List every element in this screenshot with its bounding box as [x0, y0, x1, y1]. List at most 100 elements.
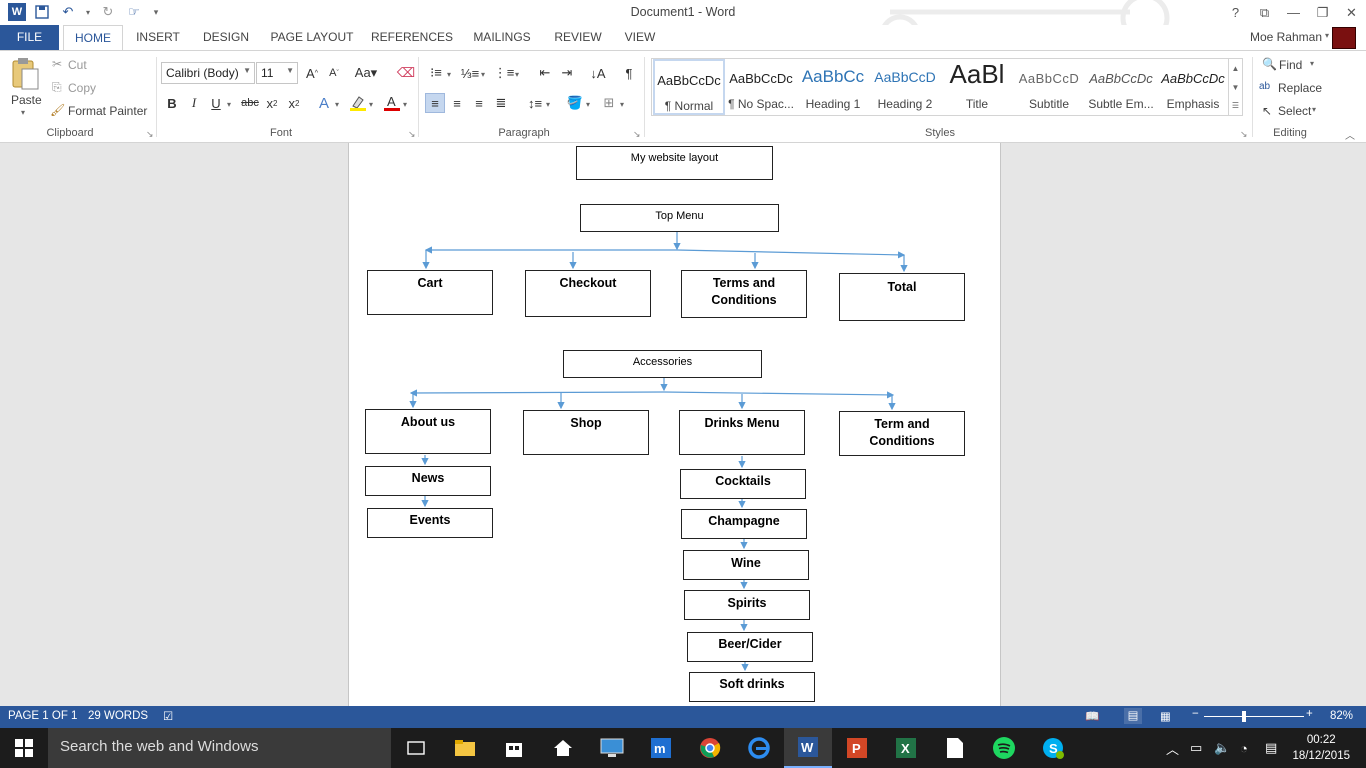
task-view-icon[interactable] [392, 728, 440, 768]
wifi-icon[interactable]: ◔ [1240, 728, 1248, 768]
paragraph-launcher-icon[interactable]: ↘ [633, 129, 641, 140]
tab-design[interactable]: DESIGN [198, 25, 254, 50]
remote-desktop-icon[interactable] [588, 728, 636, 768]
font-family-select[interactable]: Calibri (Body) ▼ [161, 62, 255, 84]
align-center-icon[interactable]: ≡ [447, 93, 467, 113]
zoom-slider-thumb[interactable] [1242, 711, 1246, 722]
file-explorer-icon[interactable] [441, 728, 489, 768]
diagram-box-accessories[interactable]: Accessories [563, 350, 762, 378]
start-icon[interactable] [0, 728, 48, 768]
battery-icon[interactable]: ▭ [1190, 728, 1202, 768]
replace-icon[interactable]: ab [1259, 81, 1270, 92]
increase-indent-icon[interactable]: ⇥ [557, 63, 577, 83]
grow-font-icon[interactable]: A ^ [302, 63, 322, 83]
home-icon[interactable] [539, 728, 587, 768]
diagram-box-about-us[interactable]: About us [365, 409, 491, 454]
tab-home[interactable]: HOME [63, 25, 123, 51]
minimize-button[interactable]: — [1279, 0, 1308, 25]
multilevel-list-icon[interactable]: ⋮≡ [494, 63, 515, 83]
select-icon[interactable]: ↖ [1262, 104, 1272, 118]
diagram-box-soft-drinks[interactable]: Soft drinks [689, 672, 815, 702]
diagram-box-news[interactable]: News [365, 466, 491, 496]
style-normal[interactable]: AaBbCcDc ¶ Normal [653, 59, 725, 115]
diagram-box-wine[interactable]: Wine [683, 550, 809, 580]
avatar[interactable] [1332, 27, 1356, 49]
bold-icon[interactable]: B [162, 93, 182, 113]
replace-button[interactable]: Replace [1278, 81, 1322, 95]
format-painter-button[interactable]: Format Painter [68, 104, 147, 118]
undo-dropdown-icon[interactable]: ▾ [84, 3, 92, 21]
notepad-icon[interactable] [931, 728, 979, 768]
diagram-box-total[interactable]: Total [839, 273, 965, 321]
diagram-box-spirits[interactable]: Spirits [684, 590, 810, 620]
show-hidden-icons-icon[interactable]: ︿ [1166, 728, 1179, 768]
text-effects-icon[interactable]: A [314, 93, 334, 113]
align-left-icon[interactable]: ≡ [425, 93, 445, 113]
zoom-level[interactable]: 82% [1330, 710, 1353, 722]
cut-button[interactable]: Cut [68, 58, 87, 72]
font-color-dropdown-icon[interactable]: ▾ [400, 94, 410, 114]
diagram-box-drinks-menu[interactable]: Drinks Menu [679, 410, 805, 455]
font-size-select[interactable]: 11 ▼ [256, 62, 298, 84]
underline-dropdown-icon[interactable]: ▾ [224, 94, 234, 114]
zoom-slider[interactable] [1204, 716, 1304, 717]
format-painter-icon[interactable]: 🖌 [50, 103, 65, 117]
touch-mode-icon[interactable]: ☞ [124, 3, 144, 21]
page-count[interactable]: PAGE 1 OF 1 [8, 710, 77, 722]
line-spacing-dropdown-icon[interactable]: ▾ [543, 94, 553, 114]
tab-file[interactable]: FILE [0, 25, 59, 50]
superscript-icon[interactable]: x2 [284, 93, 304, 113]
copy-icon[interactable]: ⎘ [52, 80, 62, 95]
paste-dropdown-icon[interactable]: ▾ [21, 108, 25, 117]
align-right-icon[interactable]: ≡ [469, 93, 489, 113]
find-button[interactable]: Find [1279, 58, 1302, 72]
zoom-out-icon[interactable]: − [1192, 708, 1199, 720]
style-no-spacing[interactable]: AaBbCcDc ¶ No Spac... [725, 59, 797, 115]
excel-icon[interactable]: X [882, 728, 930, 768]
paste-button[interactable]: Paste [11, 93, 42, 107]
scroll-down-icon[interactable]: ▼ [1229, 78, 1242, 97]
diagram-box-term-conditions[interactable]: Term and Conditions [839, 411, 965, 456]
select-button[interactable]: Select [1278, 104, 1311, 118]
font-color-icon[interactable]: A [382, 93, 402, 113]
taskbar-clock[interactable]: 00:22 18/12/2015 [1292, 732, 1350, 764]
collapse-ribbon-icon[interactable]: ︿ [1345, 127, 1355, 142]
bullets-dropdown-icon[interactable]: ▾ [444, 64, 454, 84]
powerpoint-icon[interactable]: P [833, 728, 881, 768]
change-case-icon[interactable]: Aa▾ [352, 63, 380, 83]
action-center-icon[interactable]: ▤ [1265, 728, 1277, 768]
find-icon[interactable]: 🔍 [1262, 57, 1277, 71]
print-layout-icon[interactable]: ▤ [1124, 708, 1142, 724]
styles-launcher-icon[interactable]: ↘ [1240, 129, 1248, 140]
taskbar-search-input[interactable]: Search the web and Windows [48, 728, 391, 768]
highlight-dropdown-icon[interactable]: ▾ [366, 94, 376, 114]
volume-icon[interactable]: 🔈 [1214, 728, 1230, 768]
scroll-up-icon[interactable]: ▲ [1229, 59, 1242, 78]
tab-view[interactable]: VIEW [618, 25, 662, 50]
user-name[interactable]: Moe Rahman [1250, 30, 1322, 44]
diagram-box-cocktails[interactable]: Cocktails [680, 469, 806, 499]
font-launcher-icon[interactable]: ↘ [408, 129, 416, 140]
italic-icon[interactable]: I [184, 93, 204, 113]
word-taskbar-icon[interactable]: W [784, 728, 832, 768]
diagram-box-title[interactable]: My website layout [576, 146, 773, 180]
diagram-box-cart[interactable]: Cart [367, 270, 493, 315]
ribbon-display-options-icon[interactable]: ⧉ [1250, 0, 1279, 25]
zoom-in-icon[interactable]: + [1306, 708, 1313, 720]
subscript-icon[interactable]: x2 [262, 93, 282, 113]
user-dropdown-icon[interactable]: ▾ [1325, 31, 1329, 40]
edge-icon[interactable] [735, 728, 783, 768]
diagram-box-top-menu[interactable]: Top Menu [580, 204, 779, 232]
find-dropdown-icon[interactable]: ▾ [1310, 59, 1314, 68]
shrink-font-icon[interactable]: Aˇ [324, 63, 344, 83]
borders-icon[interactable]: ⊞ [599, 93, 619, 113]
app-maxthon-icon[interactable]: m [637, 728, 685, 768]
word-count[interactable]: 29 WORDS [88, 710, 148, 722]
clear-formatting-icon[interactable]: ⌫ [396, 63, 416, 83]
show-formatting-marks-icon[interactable]: ¶ [619, 63, 639, 83]
tab-review[interactable]: REVIEW [550, 25, 606, 50]
multilevel-dropdown-icon[interactable]: ▾ [512, 64, 522, 84]
tab-insert[interactable]: INSERT [130, 25, 186, 50]
numbering-icon[interactable]: ⅓≡ [460, 63, 480, 83]
help-button[interactable]: ? [1221, 0, 1250, 25]
